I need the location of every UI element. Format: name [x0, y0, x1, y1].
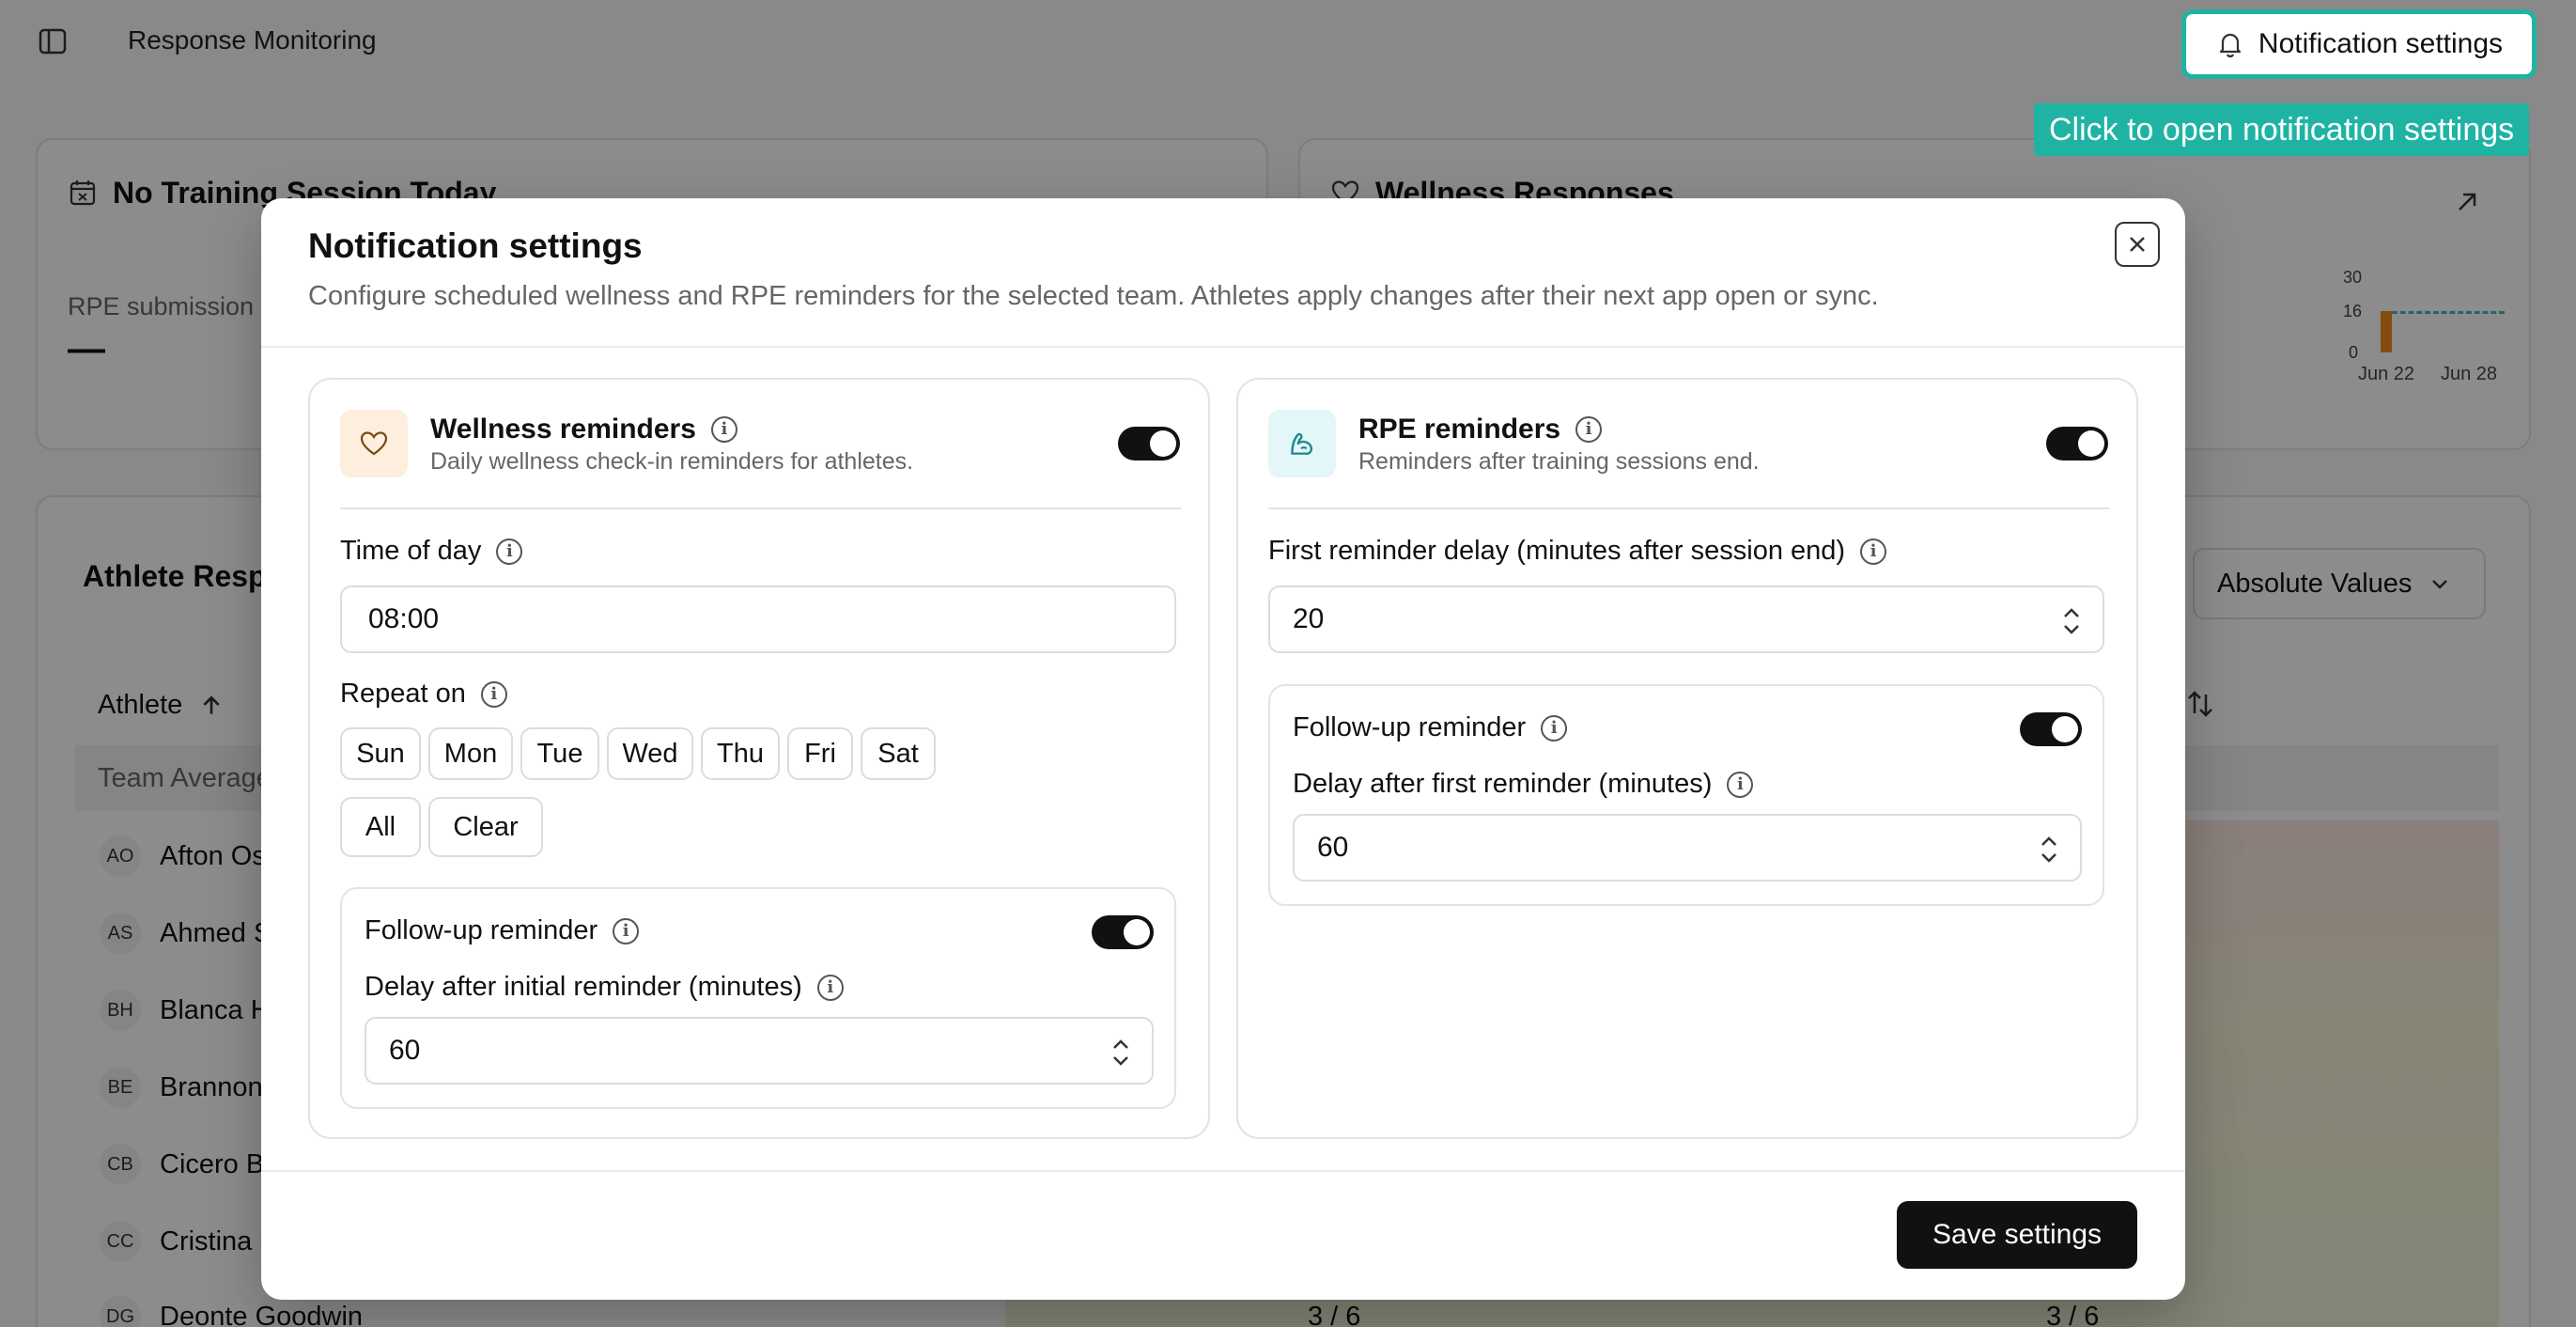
- wellness-panel-title-row: Wellness reminders i: [430, 414, 737, 445]
- rpe-delay-value: 60: [1317, 832, 1349, 863]
- dialog-footer-divider: [261, 1170, 2185, 1172]
- dialog-title: Notification settings: [308, 226, 643, 265]
- time-of-day-value: 08:00: [368, 603, 440, 634]
- repeat-on-label-row: Repeat on i: [340, 679, 507, 710]
- close-button[interactable]: [2115, 222, 2160, 267]
- wellness-panel-subtitle: Daily wellness check-in reminders for at…: [430, 448, 914, 475]
- time-of-day-label-row: Time of day i: [340, 536, 523, 567]
- day-chip-wed[interactable]: Wed: [607, 727, 693, 780]
- day-chip-thu[interactable]: Thu: [701, 727, 780, 780]
- followup-label-row: Follow-up reminder i: [365, 915, 640, 946]
- wellness-reminders-toggle[interactable]: [1118, 427, 1180, 461]
- save-settings-button[interactable]: Save settings: [1897, 1201, 2137, 1269]
- info-icon[interactable]: i: [496, 538, 523, 565]
- flexed-arm-icon: [1291, 432, 1313, 455]
- rpe-panel-subtitle: Reminders after training sessions end.: [1358, 448, 1760, 475]
- panel-divider: [340, 507, 1182, 509]
- rpe-icon-badge: [1268, 410, 1336, 477]
- day-chip-tue[interactable]: Tue: [520, 727, 599, 780]
- day-chip-sat[interactable]: Sat: [861, 727, 936, 780]
- delay-label-row: Delay after initial reminder (minutes) i: [365, 972, 844, 1003]
- info-icon[interactable]: i: [816, 974, 844, 1001]
- wellness-followup-toggle[interactable]: [1092, 915, 1154, 949]
- day-chip-sun[interactable]: Sun: [340, 727, 421, 780]
- select-all-days-button[interactable]: All: [340, 797, 421, 857]
- wellness-reminders-panel: Wellness reminders i Daily wellness chec…: [308, 378, 1210, 1139]
- rpe-reminders-panel: RPE reminders i Reminders after training…: [1236, 378, 2138, 1139]
- rpe-followup-panel: Follow-up reminder i Delay after first r…: [1268, 684, 2104, 906]
- wellness-icon-badge: [340, 410, 408, 477]
- dialog-description: Configure scheduled wellness and RPE rem…: [308, 281, 1879, 311]
- dialog-header-divider: [261, 346, 2185, 348]
- heart-icon: [360, 431, 388, 456]
- notification-settings-button[interactable]: Notification settings: [2181, 9, 2537, 79]
- rpe-panel-title: RPE reminders: [1358, 414, 1561, 445]
- info-icon[interactable]: i: [1860, 538, 1887, 565]
- tooltip-hint: Click to open notification settings: [2034, 103, 2530, 156]
- day-chip-fri[interactable]: Fri: [787, 727, 853, 780]
- first-delay-value: 20: [1293, 603, 1325, 634]
- bell-icon: [2219, 33, 2242, 58]
- wellness-followup-panel: Follow-up reminder i Delay after initial…: [340, 887, 1176, 1109]
- info-icon[interactable]: i: [480, 680, 507, 708]
- rpe-panel-title-row: RPE reminders i: [1358, 414, 1603, 445]
- info-icon[interactable]: i: [1727, 771, 1754, 798]
- followup-label-row: Follow-up reminder i: [1293, 712, 1568, 743]
- info-icon[interactable]: i: [710, 416, 737, 443]
- day-chip-mon[interactable]: Mon: [428, 727, 513, 780]
- close-icon: [2130, 237, 2145, 252]
- repeat-on-label: Repeat on: [340, 679, 466, 709]
- time-of-day-label: Time of day: [340, 536, 482, 566]
- followup-label: Follow-up reminder: [1293, 712, 1527, 742]
- rpe-reminders-toggle[interactable]: [2046, 427, 2108, 461]
- rpe-delay-input[interactable]: 60: [1293, 814, 2082, 882]
- stepper-icon[interactable]: [2061, 604, 2082, 638]
- info-icon[interactable]: i: [1541, 714, 1568, 742]
- rpe-followup-toggle[interactable]: [2020, 712, 2082, 746]
- time-of-day-input[interactable]: 08:00: [340, 585, 1176, 653]
- wellness-panel-title: Wellness reminders: [430, 414, 696, 445]
- delay-label: Delay after first reminder (minutes): [1293, 769, 1713, 799]
- wellness-delay-value: 60: [389, 1035, 421, 1066]
- first-delay-label: First reminder delay (minutes after sess…: [1268, 536, 1846, 566]
- delay-label: Delay after initial reminder (minutes): [365, 972, 802, 1002]
- info-icon[interactable]: i: [1575, 416, 1603, 443]
- wellness-delay-input[interactable]: 60: [365, 1017, 1154, 1085]
- clear-days-button[interactable]: Clear: [428, 797, 543, 857]
- first-delay-input[interactable]: 20: [1268, 585, 2104, 653]
- info-icon[interactable]: i: [613, 917, 640, 945]
- notification-settings-dialog: Notification settings Configure schedule…: [261, 198, 2185, 1300]
- stepper-icon[interactable]: [2039, 833, 2059, 866]
- first-delay-label-row: First reminder delay (minutes after sess…: [1268, 536, 1887, 567]
- panel-divider: [1268, 507, 2110, 509]
- stepper-icon[interactable]: [1110, 1036, 1131, 1069]
- followup-label: Follow-up reminder: [365, 915, 598, 945]
- delay-label-row: Delay after first reminder (minutes) i: [1293, 769, 1754, 800]
- notification-settings-label: Notification settings: [2258, 28, 2504, 59]
